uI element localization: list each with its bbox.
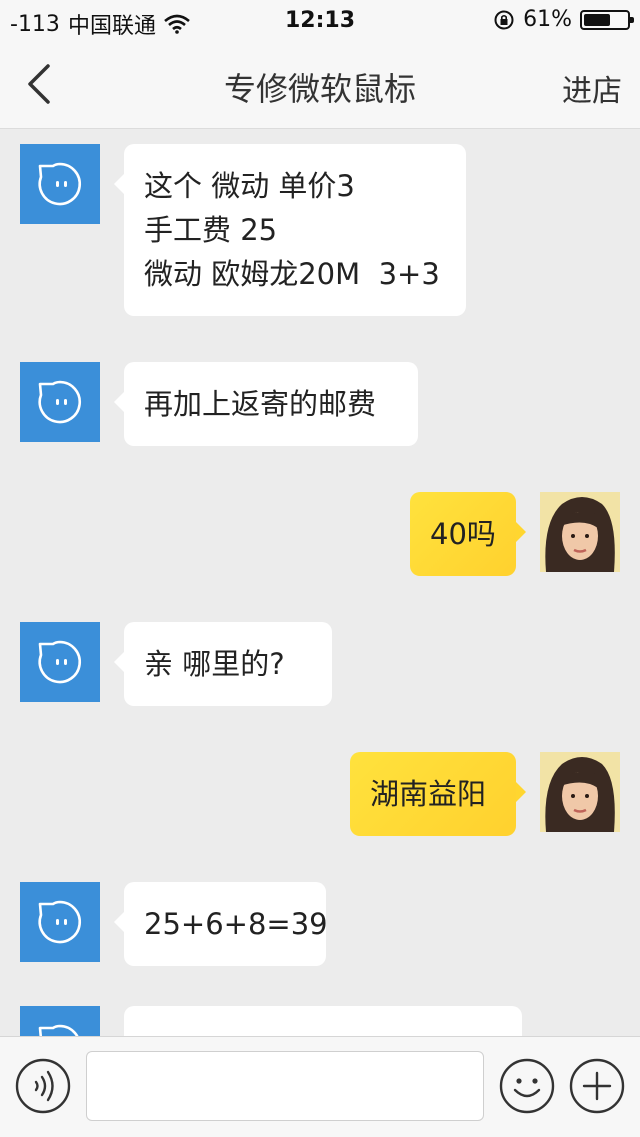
user-avatar[interactable] bbox=[540, 492, 620, 572]
chat-bot-icon bbox=[38, 1024, 79, 1036]
message-input[interactable] bbox=[86, 1051, 484, 1121]
message-bubble: 这个 微动 单价3 手工费 25 微动 欧姆龙20M 3+3 bbox=[114, 144, 466, 316]
shop-avatar[interactable] bbox=[20, 622, 100, 702]
nav-bar: 专修微软鼠标 进店 bbox=[0, 40, 640, 129]
battery-level bbox=[584, 13, 610, 26]
user-photo bbox=[540, 752, 620, 832]
shop-avatar[interactable] bbox=[20, 882, 100, 962]
status-bar: -113 中国联通 12:13 61% bbox=[0, 0, 640, 40]
rotation-lock-icon bbox=[494, 10, 514, 29]
shop-avatar[interactable] bbox=[20, 362, 100, 442]
chat-bot-icon bbox=[38, 380, 81, 424]
message-bubble bbox=[124, 1006, 522, 1036]
shop-avatar[interactable] bbox=[20, 1006, 100, 1036]
input-bar bbox=[0, 1036, 640, 1137]
chat-bot-icon bbox=[38, 162, 81, 206]
battery-cap bbox=[630, 16, 634, 23]
message-bubble: 再加上返寄的邮费 bbox=[114, 362, 418, 446]
message-bubble: 25+6+8=39 bbox=[114, 882, 328, 966]
chat-list[interactable]: 这个 微动 单价3 手工费 25 微动 欧姆龙20M 3+3 再加上返寄的邮费 … bbox=[0, 129, 640, 1036]
smiley-icon[interactable] bbox=[498, 1057, 556, 1115]
message-bubble: 亲 哪里的? bbox=[114, 622, 332, 706]
message-bubble: 40吗 bbox=[410, 492, 526, 576]
battery-percent: 61% bbox=[523, 7, 572, 32]
user-photo bbox=[540, 492, 620, 572]
plus-icon[interactable] bbox=[568, 1057, 626, 1115]
back-chevron-icon[interactable] bbox=[18, 60, 66, 108]
page-title: 专修微软鼠标 bbox=[223, 70, 416, 108]
voice-icon[interactable] bbox=[14, 1057, 72, 1115]
chat-bot-icon bbox=[38, 900, 81, 944]
chat-bot-icon bbox=[38, 640, 81, 684]
enter-shop-button[interactable]: 进店 bbox=[562, 66, 622, 110]
status-right: 61% bbox=[493, 7, 634, 32]
user-avatar[interactable] bbox=[540, 752, 620, 832]
battery-icon bbox=[580, 9, 634, 30]
message-bubble: 湖南益阳 bbox=[350, 752, 526, 836]
shop-avatar[interactable] bbox=[20, 144, 100, 224]
